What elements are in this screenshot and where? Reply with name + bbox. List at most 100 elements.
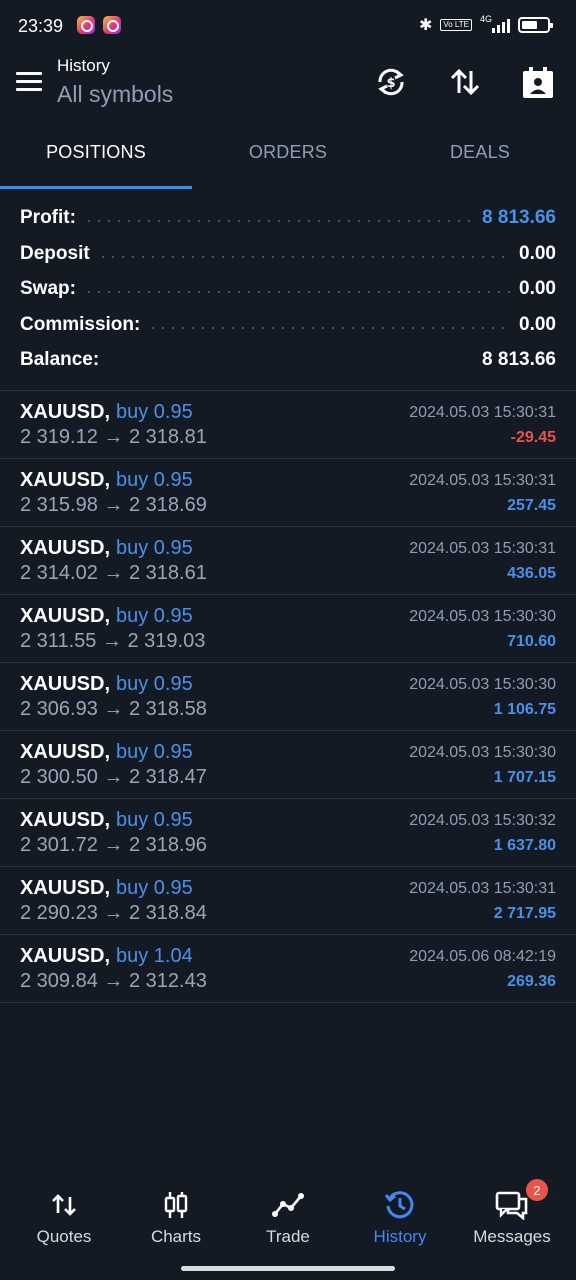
deal-prices: 2 306.93 → 2 318.58: [20, 698, 207, 720]
trade-icon: [232, 1188, 344, 1222]
tab-orders[interactable]: ORDERS: [192, 114, 384, 190]
deal-side-volume: buy 0.95: [116, 469, 193, 491]
nav-label: Messages: [473, 1227, 551, 1246]
deal-time: 2024.05.03 15:30:31: [409, 540, 556, 557]
tab-deals[interactable]: DEALS: [384, 114, 576, 190]
dot-leader: [83, 290, 512, 294]
deal-time: 2024.05.03 15:30:30: [409, 608, 556, 625]
deal-profit: 436.05: [507, 565, 556, 582]
profit-value: 8 813.66: [482, 207, 556, 228]
deal-time: 2024.05.03 15:30:31: [409, 472, 556, 489]
deal-prices: 2 300.50 → 2 318.47: [20, 766, 207, 788]
deal-prices: 2 311.55 → 2 319.03: [20, 630, 206, 652]
deal-time: 2024.05.03 15:30:31: [409, 880, 556, 897]
app-header: History All symbols $: [0, 52, 576, 114]
tab-bar: POSITIONS ORDERS DEALS: [0, 114, 576, 190]
deal-time: 2024.05.03 15:30:30: [409, 676, 556, 693]
deal-side-volume: buy 0.95: [116, 809, 193, 831]
balance-label: Balance:: [20, 349, 100, 370]
nav-messages[interactable]: 2 Messages: [456, 1176, 568, 1260]
nav-label: History: [373, 1227, 427, 1246]
deal-time: 2024.05.06 08:42:19: [409, 948, 556, 965]
unread-badge: 2: [526, 1179, 548, 1201]
profit-label: Profit:: [20, 207, 76, 228]
svg-text:$: $: [386, 76, 395, 91]
nav-charts[interactable]: Charts: [120, 1176, 232, 1260]
list-item[interactable]: XAUUSD, buy 0.95 2 311.55 → 2 319.03 2024.0…: [0, 595, 576, 663]
signal-icon: 4G: [480, 14, 510, 34]
home-indicator[interactable]: [181, 1266, 395, 1271]
volte-icon: Vo LTE: [440, 19, 472, 31]
tab-positions[interactable]: POSITIONS: [0, 114, 192, 190]
deal-symbol: XAUUSD,: [20, 809, 111, 831]
status-indicators: ✱ Vo LTE 4G: [418, 14, 553, 36]
list-item[interactable]: XAUUSD, buy 0.95 2 290.23 → 2 318.84 2024.0…: [0, 867, 576, 935]
swap-label: Swap:: [20, 278, 76, 299]
deal-prices: 2 309.84 → 2 312.43: [20, 970, 207, 992]
balance-value: 8 813.66: [482, 349, 556, 370]
list-item[interactable]: XAUUSD, buy 0.95 2 300.50 → 2 318.47 2024.0…: [0, 731, 576, 799]
nav-label: Trade: [266, 1227, 310, 1246]
deal-profit: 710.60: [507, 633, 556, 650]
calendar-icon[interactable]: [518, 62, 558, 102]
dot-leader: [97, 255, 512, 259]
deal-time: 2024.05.03 15:30:32: [409, 812, 556, 829]
deal-side-volume: buy 0.95: [116, 605, 193, 627]
deal-time: 2024.05.03 15:30:30: [409, 744, 556, 761]
messages-icon: [456, 1188, 568, 1222]
quotes-icon: [8, 1188, 120, 1222]
deal-profit: 1 707.15: [493, 769, 556, 786]
nav-quotes[interactable]: Quotes: [8, 1176, 120, 1260]
deal-symbol: XAUUSD,: [20, 401, 111, 423]
deal-prices: 2 315.98 → 2 318.69: [20, 494, 207, 516]
nav-label: Charts: [150, 1227, 202, 1246]
bluetooth-icon: ✱: [418, 17, 433, 34]
deal-prices: 2 314.02 → 2 318.61: [20, 562, 207, 584]
battery-icon: [518, 17, 553, 33]
deal-profit: 2 717.95: [493, 905, 556, 922]
deal-time: 2024.05.03 15:30:31: [409, 404, 556, 421]
status-bar: 23:39 ✱ Vo LTE 4G: [0, 0, 576, 52]
summary-panel: Profit: 8 813.66 Deposit 0.00 Swap: 0.00…: [0, 200, 576, 390]
currency-exchange-icon[interactable]: $: [371, 62, 411, 102]
instagram-notification-icon: [77, 16, 95, 34]
deal-side-volume: buy 0.95: [116, 401, 193, 423]
dot-leader: [148, 326, 512, 330]
list-item[interactable]: XAUUSD, buy 0.95 2 319.12 → 2 318.81 2024.0…: [0, 391, 576, 459]
deal-profit: 257.45: [507, 497, 556, 514]
deal-side-volume: buy 0.95: [116, 537, 193, 559]
deal-symbol: XAUUSD,: [20, 469, 111, 491]
deal-symbol: XAUUSD,: [20, 945, 111, 967]
summary-row-commission: Commission: 0.00: [20, 310, 556, 340]
list-item[interactable]: XAUUSD, buy 0.95 2 306.93 → 2 318.58 2024.0…: [0, 663, 576, 731]
page-title: History: [57, 56, 110, 75]
deal-prices: 2 319.12 → 2 318.81: [20, 426, 207, 448]
deal-side-volume: buy 0.95: [116, 673, 193, 695]
deal-side-volume: buy 1.04: [116, 945, 193, 967]
deal-symbol: XAUUSD,: [20, 877, 111, 899]
status-time: 23:39: [18, 16, 64, 36]
nav-trade[interactable]: Trade: [232, 1176, 344, 1260]
deal-profit: 1 637.80: [493, 837, 556, 854]
menu-icon[interactable]: [16, 70, 42, 92]
list-item[interactable]: XAUUSD, buy 0.95 2 315.98 → 2 318.69 2024.0…: [0, 459, 576, 527]
sort-icon[interactable]: [445, 62, 485, 102]
summary-row-profit: Profit: 8 813.66: [20, 203, 556, 233]
deal-profit: 1 106.75: [493, 701, 556, 718]
deal-symbol: XAUUSD,: [20, 605, 111, 627]
commission-label: Commission:: [20, 314, 141, 335]
history-icon: [344, 1188, 456, 1222]
deal-prices: 2 301.72 → 2 318.96: [20, 834, 207, 856]
active-tab-indicator: [0, 186, 192, 189]
deposit-value: 0.00: [519, 243, 556, 264]
deal-profit: 269.36: [507, 973, 556, 990]
deal-symbol: XAUUSD,: [20, 741, 111, 763]
list-item[interactable]: XAUUSD, buy 1.04 2 309.84 → 2 312.43 2024.0…: [0, 935, 576, 1003]
summary-row-swap: Swap: 0.00: [20, 274, 556, 304]
deal-side-volume: buy 0.95: [116, 877, 193, 899]
list-item[interactable]: XAUUSD, buy 0.95 2 314.02 → 2 318.61 2024.0…: [0, 527, 576, 595]
nav-history[interactable]: History: [344, 1176, 456, 1260]
list-item[interactable]: XAUUSD, buy 0.95 2 301.72 → 2 318.96 2024.0…: [0, 799, 576, 867]
symbol-filter[interactable]: All symbols: [57, 81, 173, 108]
deal-side-volume: buy 0.95: [116, 741, 193, 763]
